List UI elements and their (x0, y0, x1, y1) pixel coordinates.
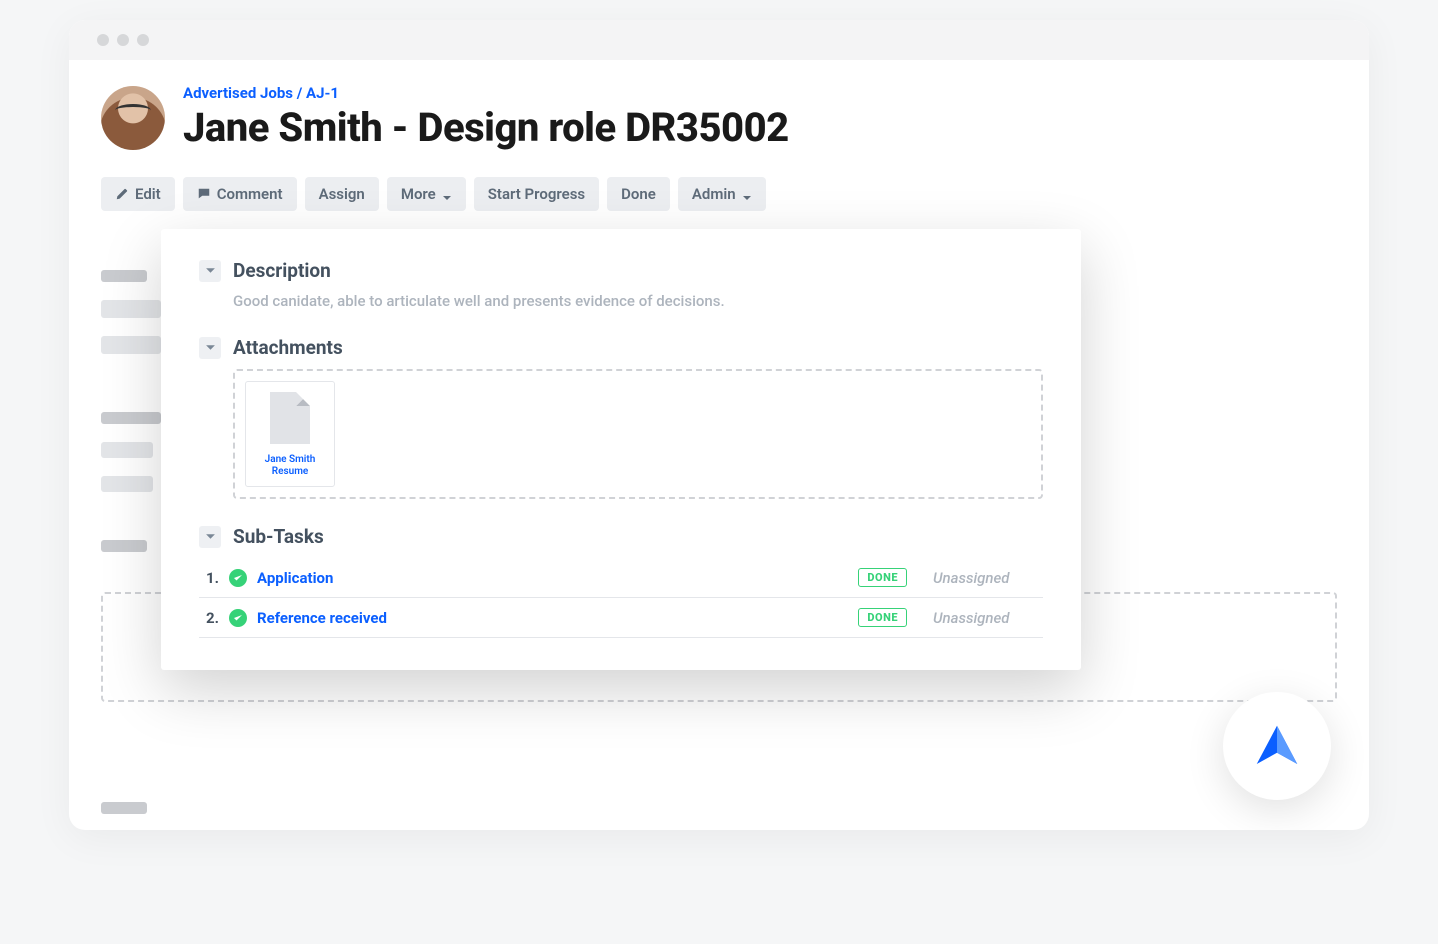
toolbar: Edit Comment Assign More Start Progress … (101, 177, 1337, 211)
chevron-down-icon (442, 189, 452, 199)
description-section: Description Good canidate, able to artic… (199, 259, 1043, 310)
comment-button[interactable]: Comment (183, 177, 297, 211)
done-button-label: Done (621, 185, 656, 203)
send-icon (1250, 719, 1304, 773)
chevron-down-icon (742, 189, 752, 199)
done-button[interactable]: Done (607, 177, 670, 211)
pencil-icon (115, 187, 129, 201)
admin-button-label: Admin (692, 185, 736, 203)
subtask-row: 2. Reference received DONE Unassigned (199, 598, 1043, 638)
document-icon (270, 392, 310, 444)
description-body: Good canidate, able to articulate well a… (199, 292, 1043, 310)
fab-button[interactable] (1223, 692, 1331, 800)
attachment-file[interactable]: Jane Smith Resume (245, 381, 335, 487)
assign-button[interactable]: Assign (305, 177, 379, 211)
check-circle-icon (229, 609, 247, 627)
comment-icon (197, 187, 211, 201)
assignee-label: Unassigned (933, 609, 1043, 627)
subtasks-section: Sub-Tasks 1. Application DONE Unassigned… (199, 525, 1043, 638)
subtask-number: 2. (199, 609, 219, 627)
chevron-down-icon (205, 531, 216, 542)
breadcrumb[interactable]: Advertised Jobs / AJ-1 (183, 84, 789, 102)
browser-chrome (69, 20, 1369, 60)
subtasks-title: Sub-Tasks (233, 525, 324, 548)
subtask-number: 1. (199, 569, 219, 587)
subtask-link[interactable]: Application (257, 569, 848, 587)
attachments-dropzone[interactable]: Jane Smith Resume (233, 369, 1043, 499)
window-dot (97, 34, 109, 46)
admin-button[interactable]: Admin (678, 177, 766, 211)
edit-button[interactable]: Edit (101, 177, 175, 211)
start-progress-label: Start Progress (488, 185, 585, 203)
issue-detail-card: Description Good canidate, able to artic… (161, 229, 1081, 670)
page-title: Jane Smith - Design role DR35002 (183, 104, 789, 151)
attachment-name: Jane Smith Resume (254, 454, 326, 478)
edit-button-label: Edit (135, 185, 161, 203)
collapse-toggle[interactable] (199, 337, 221, 359)
attachments-section: Attachments Jane Smith Resume (199, 336, 1043, 499)
subtask-link[interactable]: Reference received (257, 609, 848, 627)
header-row: Advertised Jobs / AJ-1 Jane Smith - Desi… (101, 84, 1337, 151)
assignee-label: Unassigned (933, 569, 1043, 587)
subtask-row: 1. Application DONE Unassigned (199, 558, 1043, 598)
attachments-title: Attachments (233, 336, 343, 359)
avatar[interactable] (101, 86, 165, 150)
status-badge: DONE (858, 568, 907, 587)
window-dot (117, 34, 129, 46)
browser-window: Advertised Jobs / AJ-1 Jane Smith - Desi… (69, 20, 1369, 830)
assign-button-label: Assign (319, 185, 365, 203)
header-texts: Advertised Jobs / AJ-1 Jane Smith - Desi… (183, 84, 789, 151)
check-circle-icon (229, 569, 247, 587)
comment-button-label: Comment (217, 185, 283, 203)
content-area: Advertised Jobs / AJ-1 Jane Smith - Desi… (69, 60, 1369, 830)
chevron-down-icon (205, 265, 216, 276)
chevron-down-icon (205, 342, 216, 353)
status-badge: DONE (858, 608, 907, 627)
subtask-list: 1. Application DONE Unassigned 2. Refere… (199, 558, 1043, 638)
window-dot (137, 34, 149, 46)
more-button-label: More (401, 185, 436, 203)
description-title: Description (233, 259, 331, 282)
start-progress-button[interactable]: Start Progress (474, 177, 599, 211)
collapse-toggle[interactable] (199, 526, 221, 548)
more-button[interactable]: More (387, 177, 466, 211)
collapse-toggle[interactable] (199, 260, 221, 282)
